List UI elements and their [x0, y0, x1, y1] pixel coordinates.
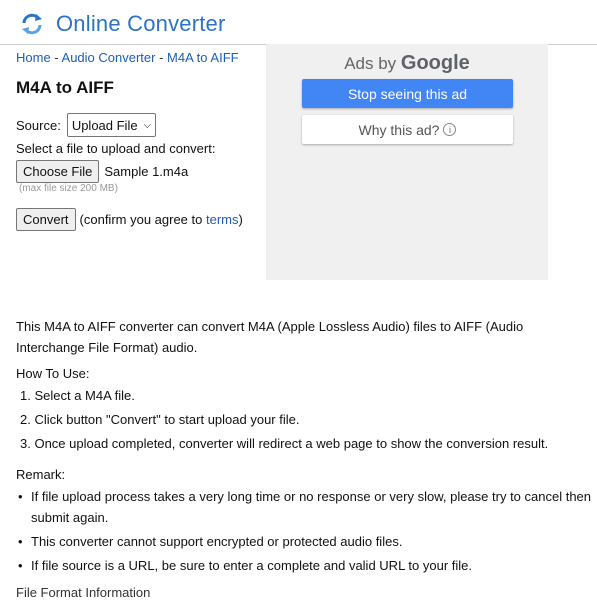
chevron-down-icon: ⌵ [143, 119, 152, 131]
remark-heading: Remark: [16, 467, 66, 482]
source-select-value: Upload File [71, 117, 138, 133]
confirm-suffix: ) [238, 212, 243, 227]
source-select[interactable]: Upload File ⌵ [66, 113, 157, 137]
ads-by-label: Ads by [344, 54, 397, 73]
site-header: Online Converter [18, 10, 226, 38]
breadcrumb-m4a-to-aiff[interactable]: M4A to AIFF [167, 50, 239, 65]
list-item: This converter cannot support encrypted … [16, 531, 594, 552]
google-logo-text: Google [400, 52, 470, 74]
how-to-use-heading: How To Use: [16, 366, 90, 381]
breadcrumb-audio-converter[interactable]: Audio Converter [62, 50, 156, 65]
ads-by-google: Ads by Google [266, 52, 548, 75]
list-item: 2. Click button "Convert" to start uploa… [20, 412, 300, 427]
convert-row: Convert (confirm you agree to terms) [16, 208, 243, 231]
converter-description: This M4A to AIFF converter can convert M… [16, 319, 524, 355]
how-to-steps: 1. Select a M4A file. 2. Click button "C… [20, 384, 548, 456]
terms-link[interactable]: terms [206, 212, 239, 227]
list-item: If file source is a URL, be sure to ente… [16, 555, 594, 576]
breadcrumb-separator: - [50, 50, 62, 65]
breadcrumb-home[interactable]: Home [16, 50, 51, 65]
select-file-label: Select a file to upload and convert: [16, 141, 216, 156]
why-this-ad-button[interactable]: Why this ad? i [302, 115, 513, 144]
remark-list: If file upload process takes a very long… [16, 486, 594, 579]
list-item: 3. Once upload completed, converter will… [20, 436, 549, 451]
selected-file-name: Sample 1.m4a [104, 164, 189, 179]
convert-button[interactable]: Convert [16, 208, 76, 231]
page-title: M4A to AIFF [16, 78, 114, 97]
site-title-link[interactable]: Online Converter [56, 11, 226, 37]
choose-file-button[interactable]: Choose File [16, 160, 100, 183]
max-file-size-note: (max file size 200 MB) [19, 183, 118, 194]
breadcrumb-separator: - [155, 50, 168, 65]
source-label: Source: [16, 117, 61, 133]
confirm-prefix: (confirm you agree to [79, 212, 206, 227]
ad-panel: Ads by Google Stop seeing this ad Why th… [266, 44, 548, 280]
breadcrumb: Home - Audio Converter - M4A to AIFF [16, 50, 239, 65]
why-this-ad-label: Why this ad? [358, 121, 440, 138]
file-input-row: Choose File Sample 1.m4a [16, 160, 188, 183]
refresh-arrows-icon[interactable] [18, 10, 46, 38]
stop-seeing-ad-button[interactable]: Stop seeing this ad [302, 79, 513, 108]
list-item: If file upload process takes a very long… [16, 486, 594, 528]
list-item: 1. Select a M4A file. [20, 388, 135, 403]
source-row: Source: Upload File ⌵ [16, 113, 157, 137]
info-icon: i [443, 123, 457, 136]
confirm-text: (confirm you agree to terms) [80, 212, 243, 227]
